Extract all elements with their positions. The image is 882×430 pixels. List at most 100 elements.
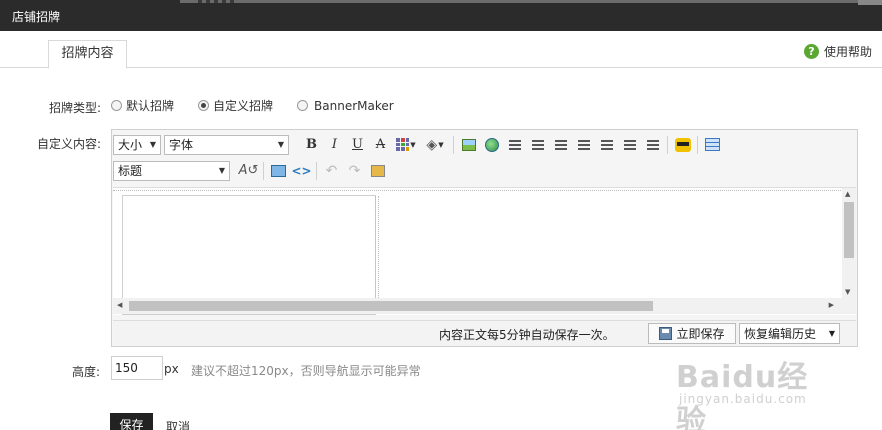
title-bar: 店铺招牌 [0, 0, 882, 31]
italic-button[interactable]: I [323, 135, 346, 155]
bold-button[interactable]: B [300, 135, 323, 155]
chevron-down-icon: ▼ [218, 166, 225, 175]
emoticon-icon [674, 137, 691, 152]
bullet-list-icon [508, 138, 521, 152]
toolbar-row-1: 大小 ▼ 字体 ▼ B I U A ▼ ◈ ▼ [113, 132, 724, 157]
clear-format-button[interactable]: A↺ [237, 161, 260, 181]
bullet-list-button[interactable] [503, 135, 526, 155]
caret-down-icon: ▼ [438, 140, 444, 149]
color-grid-icon [396, 138, 410, 151]
signboard-type-label: 招牌类型: [49, 101, 102, 115]
font-family-label: 字体 [169, 138, 194, 152]
rich-text-editor: 大小 ▼ 字体 ▼ B I U A ▼ ◈ ▼ 标题 ▼ A↺ <> ↶ ↷ ▲… [111, 129, 858, 347]
radio-label: BannerMaker [314, 98, 394, 113]
caret-down-icon: ▼ [410, 140, 416, 149]
align-center-button[interactable] [618, 135, 641, 155]
editor-status-bar: 内容正文每5分钟自动保存一次。 立即保存 恢复编辑历史 ▼ [113, 320, 856, 345]
toolbar-separator [263, 161, 264, 180]
indent-button[interactable] [572, 135, 595, 155]
height-unit: px [164, 362, 179, 376]
vertical-scroll-thumb[interactable] [844, 202, 854, 258]
align-right-button[interactable] [641, 135, 664, 155]
vertical-scrollbar[interactable]: ▲ ▼ [842, 188, 856, 298]
heading-select[interactable]: 标题 ▼ [113, 160, 230, 181]
radio-button[interactable] [297, 100, 309, 111]
scroll-down-icon[interactable]: ▼ [845, 288, 850, 296]
image-icon [461, 138, 476, 151]
font-family-select[interactable]: 字体 ▼ [164, 134, 289, 155]
custom-content-label: 自定义内容: [37, 137, 102, 151]
undo-icon: ↶ [325, 162, 338, 179]
source-code-button[interactable]: <> [290, 161, 313, 181]
underline-button[interactable]: U [346, 135, 369, 155]
radio-label: 默认招牌 [126, 99, 175, 113]
align-left-button[interactable] [595, 135, 618, 155]
align-center-icon [623, 138, 636, 152]
eraser-icon: A↺ [238, 163, 259, 178]
save-now-button[interactable]: 立即保存 [648, 323, 736, 344]
radio-button-selected[interactable] [198, 100, 210, 111]
outdent-button[interactable] [549, 135, 572, 155]
scroll-right-icon[interactable]: ▶ [829, 301, 834, 309]
font-size-select[interactable]: 大小 ▼ [113, 134, 161, 155]
scroll-left-icon[interactable]: ◀ [117, 301, 122, 309]
redo-icon: ↷ [348, 162, 361, 179]
help-link[interactable]: ? 使用帮助 [803, 43, 872, 60]
signboard-type-radio-group: 默认招牌 自定义招牌 BannerMaker [111, 97, 418, 114]
height-hint: 建议不超过120px，否则导航显示可能异常 [191, 364, 421, 378]
undo-button[interactable]: ↶ [320, 161, 343, 181]
height-label: 高度: [72, 365, 101, 379]
tab-bar: 招牌内容 ? 使用帮助 [0, 40, 882, 69]
tab-signboard-content[interactable]: 招牌内容 [48, 40, 127, 69]
chevron-down-icon: ▼ [149, 140, 156, 149]
save-button[interactable]: 保存 [110, 413, 153, 430]
watermark-url: jingyan.baidu.com [679, 392, 807, 406]
corner-tab [858, 0, 882, 5]
emoticon-button[interactable] [671, 135, 694, 155]
align-right-icon [646, 138, 659, 152]
content-block[interactable] [122, 195, 379, 315]
preview-button[interactable] [267, 161, 290, 181]
insert-table-button[interactable] [701, 135, 724, 155]
insert-image-button[interactable] [457, 135, 480, 155]
numbered-list-button[interactable] [526, 135, 549, 155]
help-icon: ? [803, 44, 819, 59]
autosave-notice: 内容正文每5分钟自动保存一次。 [439, 328, 615, 342]
toolbar-separator [667, 135, 668, 154]
horizontal-scrollbar[interactable]: ◀ ▶ [113, 298, 856, 314]
font-color-button[interactable]: ▼ [392, 135, 420, 155]
monitor-icon [271, 164, 286, 177]
background-color-button[interactable]: ◈ ▼ [420, 135, 450, 155]
radio-bannermaker[interactable]: BannerMaker [297, 99, 394, 113]
strikethrough-button[interactable]: A [369, 135, 392, 155]
restore-history-label: 恢复编辑历史 [744, 327, 817, 341]
insert-flash-button[interactable] [366, 161, 389, 181]
code-icon: <> [291, 163, 312, 178]
table-icon [705, 138, 720, 151]
baidu-watermark: Baidu经验 jingyan.baidu.com [676, 352, 836, 430]
cancel-button[interactable]: 取消 [166, 418, 190, 430]
insert-link-button[interactable] [480, 135, 503, 155]
toolbar-row-2: 标题 ▼ A↺ <> ↶ ↷ [113, 158, 389, 183]
radio-button[interactable] [111, 100, 122, 111]
height-input[interactable]: 150 [111, 356, 163, 380]
restore-history-select[interactable]: 恢复编辑历史 ▼ [739, 323, 840, 344]
redo-button[interactable]: ↷ [343, 161, 366, 181]
watermark-brand: Baidu经验 [676, 360, 809, 430]
indent-icon [577, 138, 590, 152]
horizontal-scroll-thumb[interactable] [129, 301, 653, 311]
toolbar-separator [697, 135, 698, 154]
dotted-guide [113, 190, 845, 192]
radio-custom-signboard[interactable]: 自定义招牌 [198, 97, 273, 114]
align-left-icon [600, 138, 613, 152]
editor-content-area[interactable]: ▲ ▼ ◀ ▶ [113, 187, 856, 315]
help-label: 使用帮助 [823, 45, 872, 59]
scroll-up-icon[interactable]: ▲ [845, 190, 850, 198]
save-now-label: 立即保存 [676, 327, 725, 341]
window-title: 店铺招牌 [12, 10, 61, 24]
radio-default-signboard[interactable]: 默认招牌 [111, 97, 174, 114]
toolbar-separator [316, 161, 317, 180]
numbered-list-icon [531, 138, 544, 152]
paint-bucket-icon: ◈ [426, 136, 438, 153]
outdent-icon [554, 138, 567, 152]
